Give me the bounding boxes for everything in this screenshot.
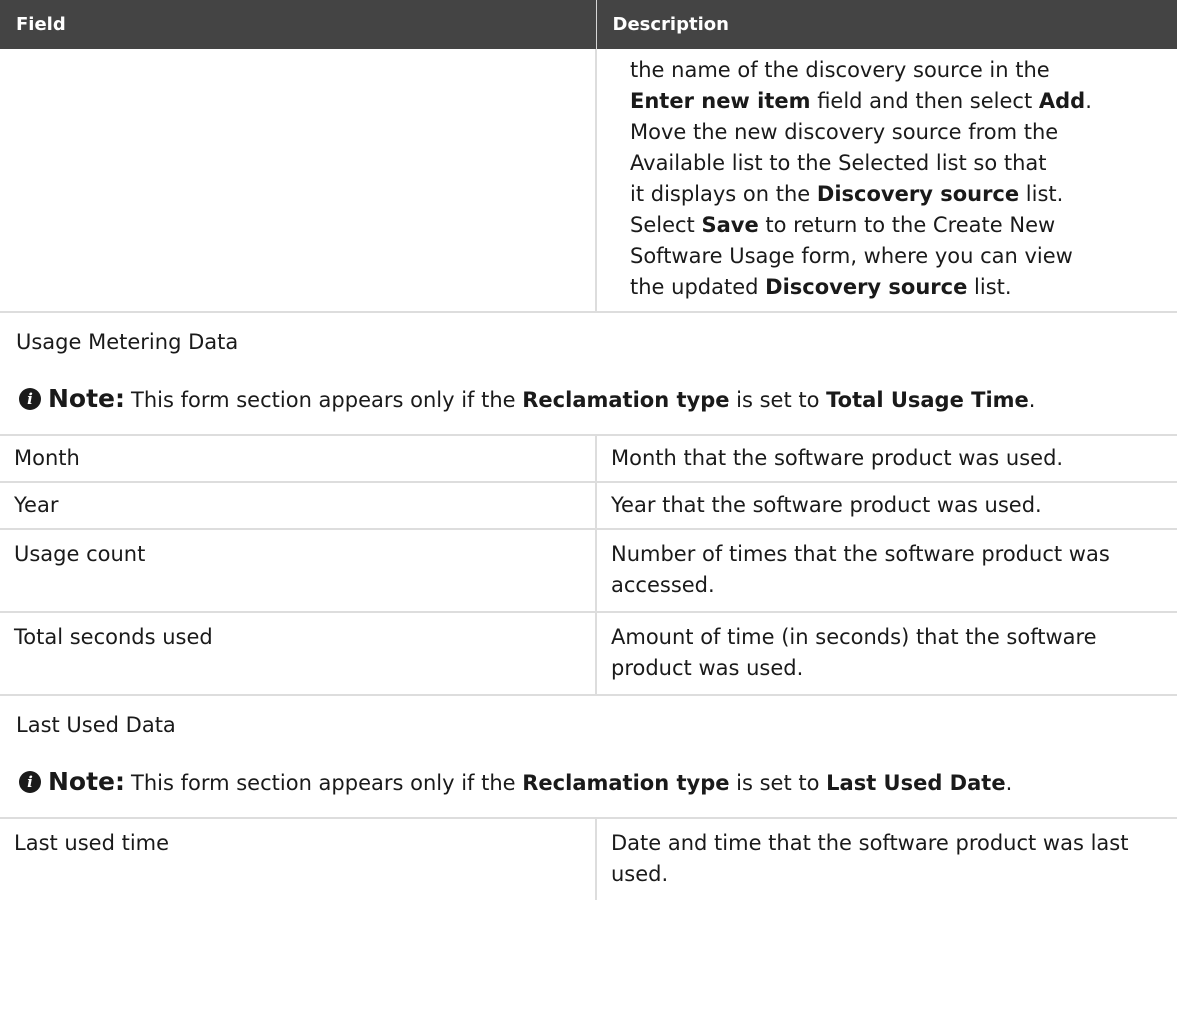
field-cell: Last used time xyxy=(0,817,597,900)
note-text: This form section appears only if the xyxy=(131,771,523,795)
note-text: is set to xyxy=(729,771,827,795)
field-cell xyxy=(0,49,597,312)
description-line: the name of the discovery source in the xyxy=(630,58,1050,82)
note-label: Note: xyxy=(48,384,126,413)
section-row: Usage Metering Data i Note: This form sec… xyxy=(0,311,1177,435)
description-line: Available list to the Selected list so t… xyxy=(630,151,1047,175)
table-row: the name of the discovery source in the … xyxy=(0,49,1177,312)
description-cell: Month that the software product was used… xyxy=(596,434,1177,482)
description-line: Move the new discovery source from the xyxy=(630,120,1059,144)
section-title: Last Used Data xyxy=(16,713,176,737)
note-text: . xyxy=(1005,771,1013,795)
field-cell: Month xyxy=(0,434,597,482)
section-row: Last Used Data i Note: This form section … xyxy=(0,694,1177,818)
section-title: Usage Metering Data xyxy=(16,330,239,354)
description-cell: Number of times that the software produc… xyxy=(596,528,1177,612)
note-text: This form section appears only if the xyxy=(131,388,523,412)
note-text: . xyxy=(1028,388,1036,412)
description-line: Enter new item field and then select Add… xyxy=(630,89,1092,113)
section-cell: Last Used Data i Note: This form section … xyxy=(0,694,1177,818)
note: i Note: This form section appears only if… xyxy=(16,383,1163,416)
info-icon: i xyxy=(19,771,41,793)
note-label: Note: xyxy=(48,767,126,796)
field-column-header: Field xyxy=(0,0,597,49)
description-line: it displays on the Discovery source list… xyxy=(630,182,1064,206)
field-cell: Usage count xyxy=(0,528,597,612)
note: i Note: This form section appears only if… xyxy=(16,766,1163,799)
description-line: Select Save to return to the Create New xyxy=(630,213,1056,237)
description-cell: Year that the software product was used. xyxy=(596,481,1177,529)
table-row: Year Year that the software product was … xyxy=(0,481,1177,529)
note-bold: Last Used Date xyxy=(826,771,1006,795)
table-row: Usage count Number of times that the sof… xyxy=(0,528,1177,612)
field-cell: Total seconds used xyxy=(0,611,597,695)
description-cell: the name of the discovery source in the … xyxy=(596,49,1177,312)
info-icon: i xyxy=(19,388,41,410)
table-row: Total seconds used Amount of time (in se… xyxy=(0,611,1177,695)
description-line: the updated Discovery source list. xyxy=(630,275,1012,299)
description-line: Software Usage form, where you can view xyxy=(630,244,1073,268)
field-description-table: Field Description the name of the discov… xyxy=(0,0,1177,900)
field-cell: Year xyxy=(0,481,597,529)
description-column-header: Description xyxy=(596,0,1177,49)
table-row: Last used time Date and time that the so… xyxy=(0,817,1177,900)
description-cell: Date and time that the software product … xyxy=(596,817,1177,900)
note-bold: Total Usage Time xyxy=(826,388,1029,412)
table-row: Month Month that the software product wa… xyxy=(0,434,1177,482)
table-header-row: Field Description xyxy=(0,0,1177,49)
note-bold: Reclamation type xyxy=(522,388,730,412)
section-cell: Usage Metering Data i Note: This form sec… xyxy=(0,311,1177,435)
description-cell: Amount of time (in seconds) that the sof… xyxy=(596,611,1177,695)
note-text: is set to xyxy=(729,388,827,412)
note-bold: Reclamation type xyxy=(522,771,730,795)
